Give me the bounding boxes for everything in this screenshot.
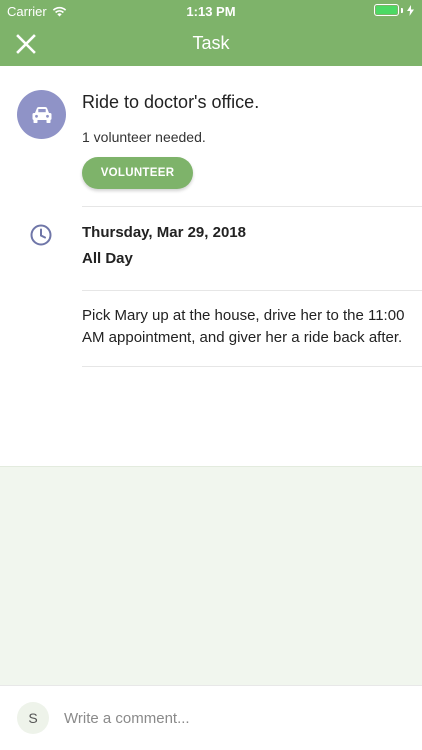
divider: [82, 366, 422, 367]
avatar: S: [17, 702, 49, 734]
page-title: Task: [192, 33, 230, 53]
car-icon: [32, 106, 51, 123]
task-date: Thursday, Mar 29, 2018: [82, 224, 246, 241]
volunteers-needed: 1 volunteer needed.: [82, 129, 206, 145]
volunteer-button[interactable]: VOLUNTEER: [82, 157, 193, 189]
comments-area: [0, 466, 422, 685]
divider: [82, 290, 422, 291]
task-avatar: [17, 90, 66, 139]
divider: [82, 206, 422, 207]
clock-icon: [30, 224, 52, 246]
top-bar: Carrier 1:13 PM Task: [0, 0, 422, 66]
task-time: All Day: [82, 250, 133, 267]
status-time: 1:13 PM: [186, 4, 236, 19]
task-description: Pick Mary up at the house, drive her to …: [82, 307, 405, 346]
task-detail: Ride to doctor's office. 1 volunteer nee…: [0, 66, 422, 466]
charging-bolt-icon: [407, 4, 414, 16]
nav-bar: Task: [0, 22, 422, 66]
task-title: Ride to doctor's office.: [82, 92, 260, 112]
status-bar: Carrier 1:13 PM: [0, 0, 422, 22]
battery-icon: [374, 4, 414, 16]
comment-input[interactable]: [64, 704, 404, 732]
comment-bar: S: [0, 685, 422, 750]
